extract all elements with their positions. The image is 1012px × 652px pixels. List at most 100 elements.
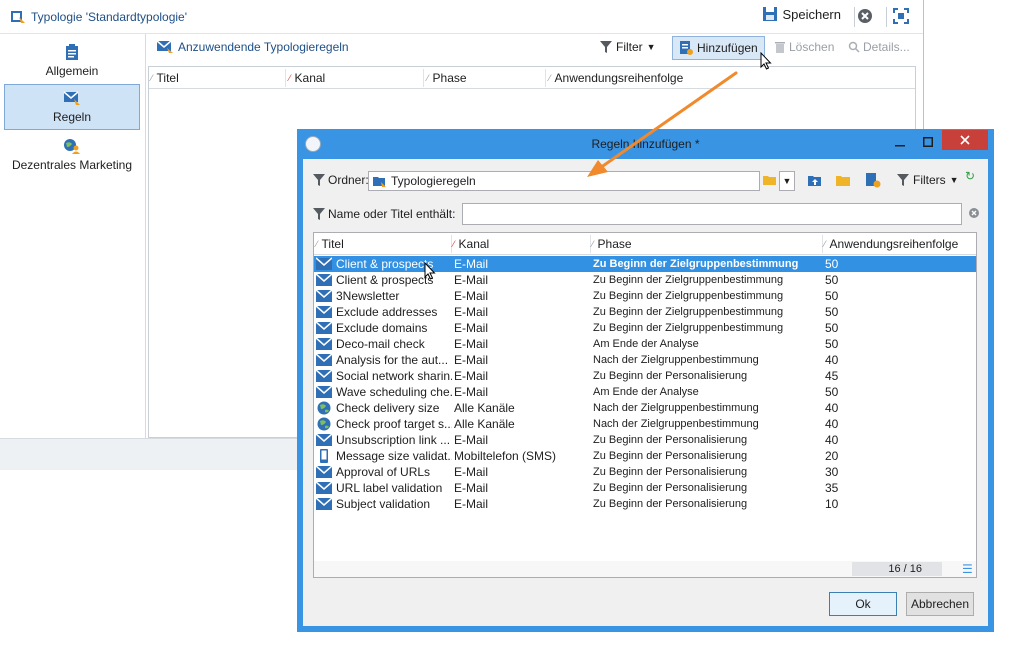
row-order: 50 [825,257,839,271]
column-header-phase[interactable]: ⁄ Phase [427,70,467,86]
table-row[interactable]: Client & prospects E-Mail Zu Beginn der Zi… [314,256,976,272]
table-row[interactable]: 3Newsletter E-Mail Zu Beginn der Zielgrupp… [314,288,976,304]
folder-value: Typologieregeln [391,174,476,188]
maximize-button[interactable] [914,131,942,153]
add-rule-icon [680,41,693,55]
globe-user-icon [64,139,80,154]
filters-button[interactable]: Filters ▼ [897,173,959,187]
magnifier-icon [848,41,860,53]
table-row[interactable]: Exclude addresses E-Mail Zu Beginn der Zie… [314,304,976,320]
sort-icon: ⁄ [427,73,429,83]
row-phase: Zu Beginn der Personalisierung [593,498,748,510]
rules-panel-title: Anzuwendende Typologieregeln [156,40,349,54]
row-phase: Zu Beginn der Personalisierung [593,434,748,446]
folder-up-icon[interactable] [807,172,823,188]
refresh-icon[interactable]: ↻ [965,169,975,183]
column-header-titel[interactable]: ⁄ Titel [151,70,179,86]
list-menu-icon[interactable]: ☰ [962,562,973,576]
folder-field[interactable]: Typologieregeln [368,171,760,191]
sort-icon: ⁄ [453,239,455,249]
row-title: Unsubscription link ... [336,433,451,447]
add-button[interactable]: Hinzufügen [672,36,765,60]
table-row[interactable]: Check delivery size Alle Kanäle Nach der Z… [314,400,976,416]
row-phase: Nach der Zielgruppenbestimmung [593,418,759,430]
nav-item-regeln[interactable]: Regeln [4,84,140,130]
column-header-titel[interactable]: ⁄ Titel [316,236,344,252]
table-row[interactable]: Approval of URLs E-Mail Zu Beginn der Pers… [314,464,976,480]
column-header-phase[interactable]: ⁄ Phase [592,236,632,252]
table-row[interactable]: Message size validat... Mobiltelefon (SMS… [314,448,976,464]
table-row[interactable]: URL label validation E-Mail Zu Beginn der … [314,480,976,496]
rules-list: ⁄ Titel ⁄ Kanal ⁄ Phase ⁄ Anwendungsreihenfo… [313,232,977,578]
row-channel: E-Mail [454,257,489,271]
details-label: Details... [863,40,910,54]
table-row[interactable]: Subject validation E-Mail Zu Beginn der Pe… [314,496,976,512]
details-button[interactable]: Details... [848,40,910,54]
column-header-kanal[interactable]: ⁄ Kanal [289,70,325,86]
email-icon [315,465,333,479]
funnel-icon [600,41,612,53]
rules-list-header: ⁄ Titel ⁄ Kanal ⁄ Phase ⁄ Anwendungsreihenfo… [314,233,976,255]
row-title: Subject validation [336,497,431,511]
row-phase: Zu Beginn der Personalisierung [593,466,748,478]
save-button[interactable]: Speichern [762,6,841,22]
close-button[interactable] [942,130,988,150]
row-title: Check proof target s... [336,417,452,431]
row-phase: Zu Beginn der Personalisierung [593,482,748,494]
left-navigation: Allgemein Regeln Dezentrales Marketing [0,34,146,438]
email-icon [315,289,333,303]
sort-icon: ⁄ [151,73,153,83]
abbrechen-button[interactable]: Abbrechen [906,592,974,616]
row-phase: Am Ende der Analyse [593,386,699,398]
add-label: Hinzufügen [697,41,758,55]
email-icon [315,481,333,495]
table-row[interactable]: Wave scheduling che... E-Mail Am Ende der … [314,384,976,400]
nav-item-dezentrales-marketing[interactable]: Dezentrales Marketing [4,132,140,178]
row-title: Wave scheduling che... [336,385,452,399]
delete-button[interactable]: Löschen [774,40,834,54]
clear-icon[interactable] [968,207,980,219]
folder-dropdown-button[interactable]: ▼ [779,171,795,191]
folder-icon[interactable] [835,172,851,188]
open-folder-icon[interactable] [762,173,778,187]
filter-button[interactable]: Filter ▼ [600,40,656,54]
email-icon [315,497,333,511]
new-rule-icon[interactable] [865,172,881,188]
filter-label: Filter [616,40,643,54]
cancel-circle-icon[interactable] [857,8,873,24]
column-header-anwendungsreihenfolge[interactable]: ⁄ Anwendungsreihenfolge [549,70,683,86]
minimize-button[interactable] [886,131,914,153]
table-row[interactable]: Unsubscription link ... E-Mail Zu Beginn d… [314,432,976,448]
sort-icon: ⁄ [824,239,826,249]
row-channel: E-Mail [454,305,489,319]
column-header-kanal[interactable]: ⁄ Kanal [453,236,489,252]
nav-item-allgemein[interactable]: Allgemein [4,38,140,84]
add-rules-dialog: Regeln hinzufügen * Ordner: Typologiereg… [297,129,994,632]
maximize-icon [923,137,933,147]
row-order: 50 [825,337,839,351]
row-channel: E-Mail [454,385,489,399]
rules-list-footer: 16 / 16 ☰ [314,561,976,577]
row-order: 50 [825,273,839,287]
row-order: 30 [825,465,839,479]
row-order: 50 [825,321,839,335]
column-header-anwendungsreihenfolge[interactable]: ⁄ Anwendungsreihenfolge [824,236,958,252]
table-row[interactable]: Social network sharin... E-Mail Zu Beginn … [314,368,976,384]
floppy-disk-icon [763,7,778,21]
row-count: 16 / 16 [852,562,942,576]
row-channel: Mobiltelefon (SMS) [454,449,557,463]
table-row[interactable]: Analysis for the aut... E-Mail Nach der Zi… [314,352,976,368]
row-title: Analysis for the aut... [336,353,449,367]
name-filter-input[interactable] [462,203,962,225]
fullscreen-icon[interactable] [893,8,909,24]
row-order: 20 [825,449,839,463]
dialog-titlebar: Regeln hinzufügen * [297,129,994,159]
table-row[interactable]: Client & prospects E-Mail Zu Beginn der Zi… [314,272,976,288]
table-row[interactable]: Check proof target s... Alle Kanäle Nach d… [314,416,976,432]
row-channel: E-Mail [454,337,489,351]
ok-button[interactable]: Ok [829,592,897,616]
table-row[interactable]: Exclude domains E-Mail Zu Beginn der Zielg… [314,320,976,336]
row-order: 40 [825,433,839,447]
table-row[interactable]: Deco-mail check E-Mail Am Ende der Analyse… [314,336,976,352]
delete-label: Löschen [789,40,835,54]
